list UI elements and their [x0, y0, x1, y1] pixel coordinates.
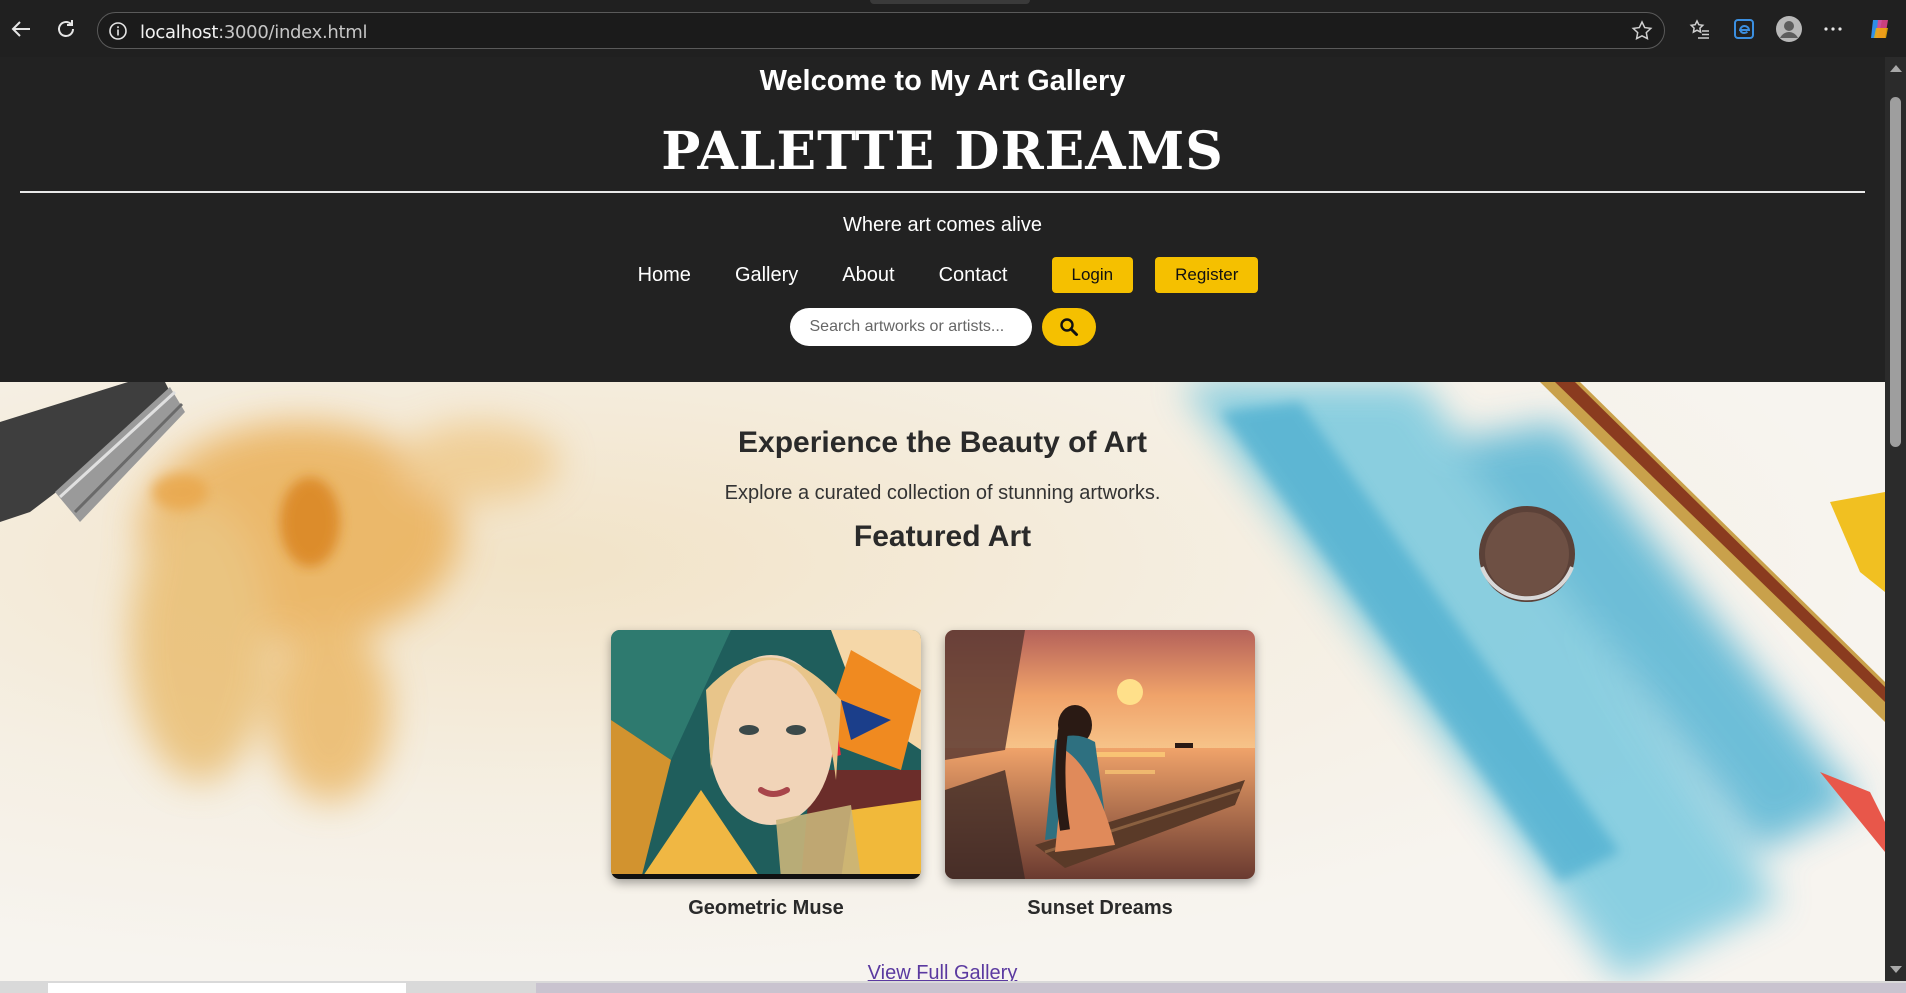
- favorite-star-icon[interactable]: [1630, 19, 1654, 43]
- favorites-button[interactable]: [1685, 14, 1715, 44]
- reload-icon: [58, 20, 74, 37]
- artwork-card[interactable]: Sunset Dreams: [945, 630, 1255, 920]
- profile-avatar-icon: [1776, 16, 1802, 42]
- header-divider: [20, 191, 1865, 193]
- taskbar-thumbnail: [536, 983, 1906, 993]
- nav-about-link[interactable]: About: [842, 264, 894, 287]
- reload-button[interactable]: [51, 14, 81, 44]
- page-viewport: Welcome to My Art Gallery PALETTE DREAMS…: [0, 57, 1885, 981]
- url-path: :3000/index.html: [218, 22, 368, 43]
- back-arrow-icon: [11, 21, 30, 37]
- brand-title: PALETTE DREAMS: [661, 121, 1224, 182]
- artwork-card[interactable]: Geometric Muse: [611, 630, 921, 920]
- taskbar-thumbnail: [48, 983, 406, 993]
- active-tab-indicator: [870, 0, 1030, 4]
- back-button[interactable]: [6, 14, 36, 44]
- welcome-heading: Welcome to My Art Gallery: [759, 65, 1126, 97]
- artwork-caption: Sunset Dreams: [1027, 897, 1173, 919]
- url-text: localhost:3000/index.html: [140, 22, 368, 43]
- artwork-image-sunset-dreams[interactable]: [945, 630, 1255, 879]
- search-bar: [0, 308, 1885, 346]
- register-button[interactable]: Register: [1155, 257, 1259, 293]
- site-header: Welcome to My Art Gallery PALETTE DREAMS…: [0, 57, 1885, 382]
- ie-mode-icon: [1734, 19, 1754, 39]
- scroll-down-arrow-icon[interactable]: [1890, 966, 1902, 973]
- nav-home-link[interactable]: Home: [638, 264, 691, 287]
- site-info-icon[interactable]: [108, 21, 128, 41]
- more-menu-button[interactable]: [1818, 14, 1848, 44]
- hero-subtitle: Explore a curated collection of stunning…: [724, 482, 1161, 504]
- ellipsis-icon: [1824, 27, 1842, 31]
- profile-button[interactable]: [1774, 14, 1804, 44]
- search-icon: [1059, 318, 1078, 336]
- browser-toolbar: localhost:3000/index.html: [0, 0, 1906, 57]
- favorites-list-icon: [1689, 19, 1709, 39]
- edge-ie-mode-button[interactable]: [1729, 14, 1759, 44]
- login-button[interactable]: Login: [1051, 257, 1134, 293]
- url-host: localhost: [140, 22, 219, 43]
- copilot-icon: [1871, 20, 1888, 38]
- main-nav: Home Gallery About Contact Login Registe…: [0, 257, 1885, 293]
- search-input[interactable]: [789, 308, 1032, 346]
- address-bar[interactable]: localhost:3000/index.html: [97, 12, 1665, 49]
- artwork-image-geometric-muse[interactable]: [611, 630, 921, 879]
- page-scrollbar[interactable]: [1885, 57, 1906, 981]
- nav-gallery-link[interactable]: Gallery: [735, 264, 798, 287]
- artwork-caption: Geometric Muse: [688, 897, 844, 919]
- scrollbar-thumb[interactable]: [1890, 97, 1901, 447]
- taskbar-edge: [0, 981, 1906, 993]
- nav-contact-link[interactable]: Contact: [939, 264, 1008, 287]
- search-button[interactable]: [1041, 308, 1096, 346]
- hero-title: Experience the Beauty of Art: [738, 426, 1147, 459]
- watercolor-background-image: [0, 382, 1885, 981]
- featured-heading: Featured Art: [853, 520, 1032, 553]
- hero-section: Experience the Beauty of Art Explore a c…: [0, 382, 1885, 981]
- scroll-up-arrow-icon[interactable]: [1890, 65, 1902, 72]
- tagline: Where art comes alive: [843, 214, 1042, 236]
- copilot-button[interactable]: [1865, 14, 1895, 44]
- view-full-gallery-link[interactable]: View Full Gallery: [0, 962, 1885, 981]
